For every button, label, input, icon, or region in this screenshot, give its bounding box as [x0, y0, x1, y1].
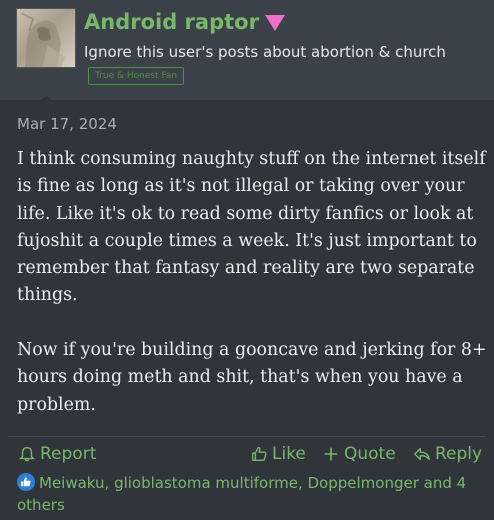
post-paragraph: I think consuming naughty stuff on the i… — [17, 149, 486, 306]
plus-icon — [322, 445, 340, 463]
quote-label: Quote — [344, 444, 396, 464]
post-header: Android raptor Ignore this user's posts … — [0, 0, 494, 100]
username-text[interactable]: Android raptor — [84, 10, 259, 34]
avatar[interactable] — [16, 8, 76, 68]
like-label: Like — [272, 444, 306, 464]
quote-button[interactable]: Quote — [322, 444, 396, 464]
header-pointer — [38, 96, 54, 102]
username[interactable]: Android raptor — [84, 10, 285, 34]
post-date[interactable]: Mar 17, 2024 — [17, 115, 117, 133]
bell-icon — [18, 445, 36, 463]
reply-button[interactable]: Reply — [413, 444, 482, 464]
like-button[interactable]: Like — [250, 444, 306, 464]
reply-arrow-icon — [413, 445, 431, 463]
post-body: I think consuming naughty stuff on the i… — [17, 146, 487, 419]
reactions-text[interactable]: Meiwaku, glioblastoma multiforme, Doppel… — [17, 474, 466, 514]
post-paragraph: Now if you're building a gooncave and je… — [17, 340, 487, 415]
thumbs-up-icon — [250, 445, 268, 463]
user-badge: True & Honest Fan — [88, 67, 185, 85]
user-title: Ignore this user's posts about abortion … — [84, 43, 446, 61]
gender-triangle-icon — [264, 15, 285, 31]
reply-label: Reply — [435, 444, 483, 464]
thumbs-up-icon — [17, 473, 35, 491]
reactions-bar[interactable]: Meiwaku, glioblastoma multiforme, Doppel… — [17, 472, 477, 516]
report-label: Report — [40, 444, 97, 464]
report-button[interactable]: Report — [18, 444, 96, 464]
divider — [8, 436, 486, 437]
post-actions: Report Like Quote Reply — [0, 444, 494, 468]
